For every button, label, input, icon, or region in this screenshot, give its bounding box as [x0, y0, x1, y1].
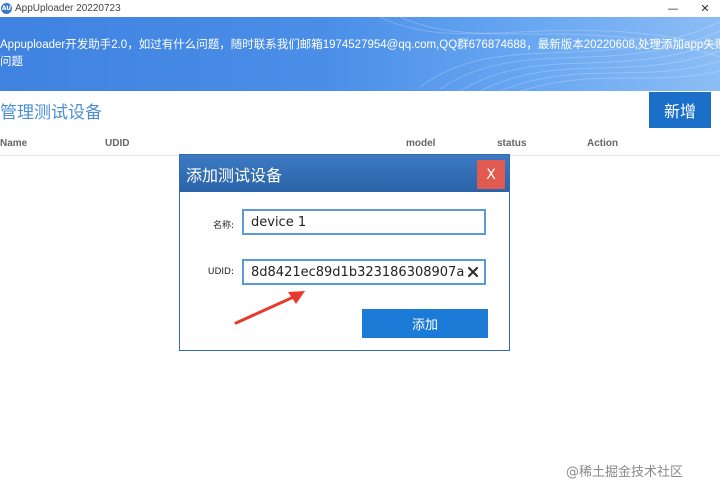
- dialog-close-button[interactable]: X: [477, 160, 505, 189]
- window-titlebar: AU AppUploader 20220723 — ✕: [0, 0, 720, 17]
- page-title: 管理测试设备: [0, 103, 102, 123]
- add-device-button[interactable]: 新增: [649, 92, 711, 128]
- banner-message: Appuploader开发助手2.0，如过有什么问题，随时联系我们邮箱19745…: [0, 39, 720, 68]
- udid-input[interactable]: 8d8421ec89d1b323186308907a98: [242, 259, 486, 285]
- add-device-dialog: 添加测试设备 X 名称: device 1 UDID: 8d8421ec89d1…: [179, 154, 510, 351]
- device-name-input[interactable]: device 1: [242, 209, 486, 235]
- watermark: @稀土掘金技术社区: [566, 465, 684, 480]
- column-header-action[interactable]: Action: [587, 138, 618, 149]
- udid-field-label: UDID:: [207, 267, 234, 277]
- window-title: AppUploader 20220723: [15, 3, 121, 14]
- column-header-name[interactable]: Name: [0, 138, 27, 149]
- clear-input-icon[interactable]: [466, 265, 480, 279]
- column-header-udid[interactable]: UDID: [105, 138, 129, 149]
- device-table-header: Name UDID model status Action: [0, 133, 720, 156]
- annotation-arrow-icon: [234, 291, 305, 325]
- add-submit-button[interactable]: 添加: [362, 309, 488, 338]
- announcement-banner: Appuploader开发助手2.0，如过有什么问题，随时联系我们邮箱19745…: [0, 17, 720, 91]
- column-header-status[interactable]: status: [497, 138, 526, 149]
- udid-value: 8d8421ec89d1b323186308907a98: [251, 264, 465, 280]
- dialog-title: 添加测试设备: [186, 166, 283, 185]
- name-field-label: 名称:: [212, 221, 234, 231]
- minimize-button[interactable]: —: [658, 0, 688, 17]
- close-window-button[interactable]: ✕: [690, 0, 720, 17]
- dialog-header: 添加测试设备 X: [180, 155, 509, 192]
- column-header-model[interactable]: model: [406, 138, 435, 149]
- app-logo-icon: AU: [1, 3, 12, 14]
- device-name-value: device 1: [251, 214, 307, 230]
